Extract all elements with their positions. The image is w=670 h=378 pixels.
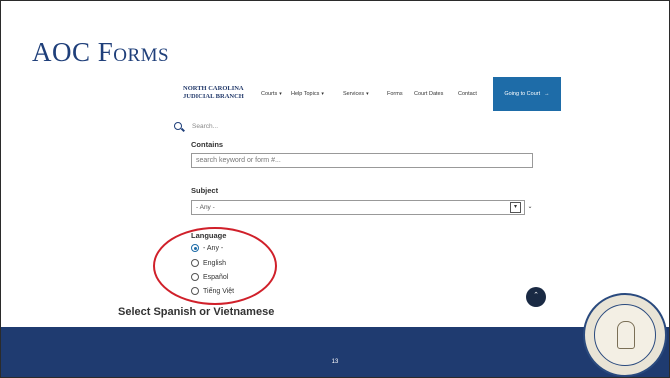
chevron-down-icon[interactable]: ⌄ <box>525 200 535 215</box>
seal-inner-ring <box>594 304 656 366</box>
nav-item-help-topics[interactable]: Help Topics ▾ <box>291 91 324 97</box>
slide-title: AOC Forms <box>32 37 170 67</box>
subject-select[interactable]: - Any - <box>191 200 525 215</box>
logo-line2: JUDICIAL BRANCH <box>183 92 244 100</box>
nav-item-forms[interactable]: Forms <box>387 91 403 97</box>
scroll-to-top-button[interactable]: ⌃ <box>526 287 546 307</box>
slide: AOC Forms NORTH CAROLINA JUDICIAL BRANCH… <box>0 0 670 378</box>
site-navbar: NORTH CAROLINA JUDICIAL BRANCH Courts ▾ H… <box>173 77 561 111</box>
chevron-up-icon: ⌃ <box>533 292 539 299</box>
going-to-court-button[interactable]: Going to Court → <box>493 77 561 111</box>
search-icon <box>174 122 182 130</box>
nav-item-court-dates[interactable]: Court Dates <box>414 91 443 97</box>
nav-item-courts[interactable]: Courts ▾ <box>261 91 282 97</box>
nav-item-label: Services <box>343 91 365 97</box>
page-number: 13 <box>331 359 339 365</box>
site-logo[interactable]: NORTH CAROLINA JUDICIAL BRANCH <box>183 85 244 100</box>
select-arrow-icon[interactable]: ▾ <box>510 202 521 213</box>
chevron-down-icon: ▾ <box>279 91 282 97</box>
contains-input[interactable]: search keyword or form #... <box>191 153 533 168</box>
judicial-seal-logo <box>583 293 667 377</box>
nav-item-label: Help Topics <box>291 91 320 97</box>
nav-item-label: Courts <box>261 91 278 97</box>
footer-bar <box>1 327 669 377</box>
slide-caption: Select Spanish or Vietnamese <box>118 306 275 318</box>
site-search[interactable]: Search... <box>174 118 218 134</box>
chevron-down-icon: ▾ <box>321 91 324 97</box>
contains-label: Contains <box>191 140 224 149</box>
highlight-ellipse <box>153 227 277 305</box>
arrow-right-icon: → <box>544 91 550 97</box>
nav-item-services[interactable]: Services ▾ <box>343 91 369 97</box>
subject-label: Subject <box>191 186 219 195</box>
search-input[interactable]: Search... <box>192 123 218 130</box>
going-to-court-label: Going to Court <box>504 91 541 97</box>
justice-figure-icon <box>617 321 635 349</box>
nav-item-contact[interactable]: Contact <box>458 91 477 97</box>
chevron-down-icon: ▾ <box>366 91 369 97</box>
logo-line1: NORTH CAROLINA <box>183 85 244 92</box>
